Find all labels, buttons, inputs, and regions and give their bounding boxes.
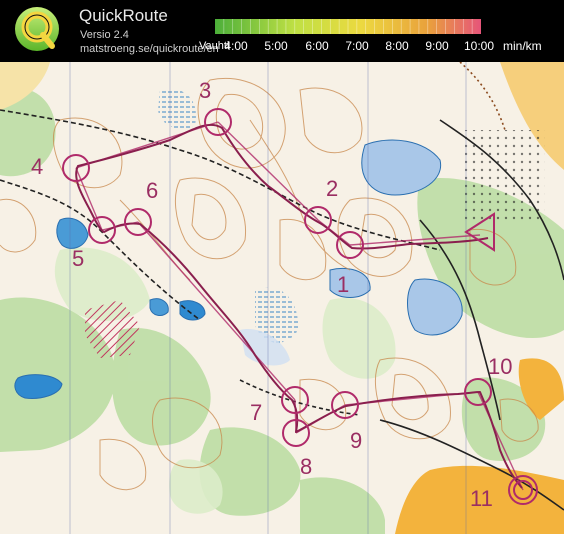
control-label-7: 7 [250,400,263,425]
app-url: matstroeng.se/quickroute/en [80,43,219,55]
app-version: Versio 2.4 [80,29,129,41]
control-label-5: 5 [72,246,85,271]
control-label-1: 1 [337,272,350,297]
control-label-10: 10 [488,354,513,379]
control-label-3: 3 [199,78,212,103]
pace-unit-label: min/km [503,39,542,53]
quickroute-window: 1 2 3 4 5 6 7 8 9 10 11 QuickRoute Versi… [0,0,564,534]
control-label-4: 4 [31,154,44,179]
pace-tick-label: 6:00 [305,39,329,53]
control-label-2: 2 [326,176,339,201]
pace-tick-label: 7:00 [345,39,369,53]
app-name: QuickRoute [79,6,168,25]
control-label-6: 6 [146,178,159,203]
orienteering-map[interactable] [0,0,564,534]
pace-color-scale [215,19,481,34]
pace-tick-label: 4:00 [224,39,248,53]
control-label-9: 9 [350,428,363,453]
pace-tick-label: 8:00 [385,39,409,53]
quickroute-logo-icon [15,7,59,51]
pace-tick-label: 5:00 [264,39,288,53]
boulder-field [465,130,545,220]
control-label-8: 8 [300,454,313,479]
control-label-11: 11 [470,486,493,511]
pace-tick-label: 10:00 [463,39,495,53]
header-overlay: QuickRoute Versio 2.4 matstroeng.se/quic… [0,0,564,62]
pace-tick-label: 9:00 [425,39,449,53]
